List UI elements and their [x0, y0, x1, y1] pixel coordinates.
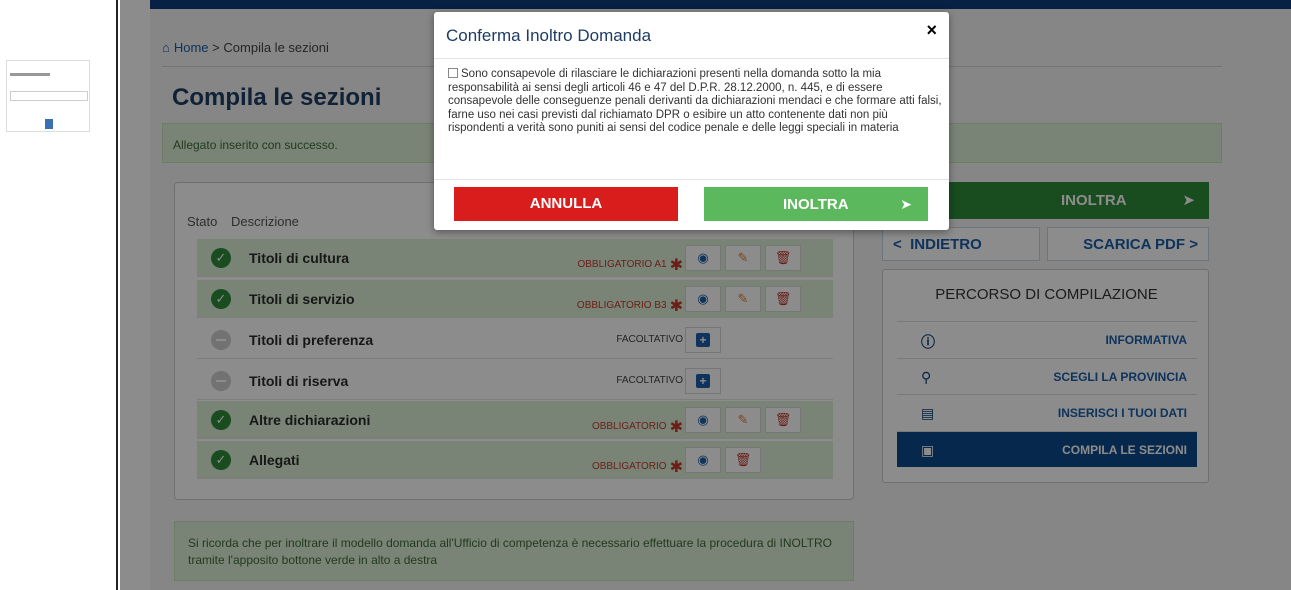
modal-inoltra-label: INOLTRA	[783, 196, 849, 213]
thumbnail-button	[45, 119, 53, 129]
left-preview-panel	[0, 0, 118, 590]
modal-body: Sono consapevole di rilasciare le dichia…	[448, 68, 942, 136]
declaration-text: Sono consapevole di rilasciare le dichia…	[448, 68, 942, 135]
modal-divider	[434, 179, 949, 180]
declaration-checkbox[interactable]	[448, 68, 458, 78]
page-thumbnail[interactable]	[6, 60, 90, 132]
modal-divider	[434, 58, 949, 59]
close-icon[interactable]: ×	[926, 20, 937, 41]
thumbnail-title	[10, 73, 50, 76]
confirm-modal: Conferma Inoltro Domanda × Sono consapev…	[434, 12, 949, 230]
modal-title: Conferma Inoltro Domanda	[446, 26, 652, 45]
thumbnail-field	[10, 91, 88, 101]
modal-inoltra-button[interactable]: INOLTRA ➤	[704, 187, 928, 221]
annulla-button[interactable]: ANNULLA	[454, 187, 678, 221]
paper-plane-icon: ➤	[900, 196, 912, 212]
